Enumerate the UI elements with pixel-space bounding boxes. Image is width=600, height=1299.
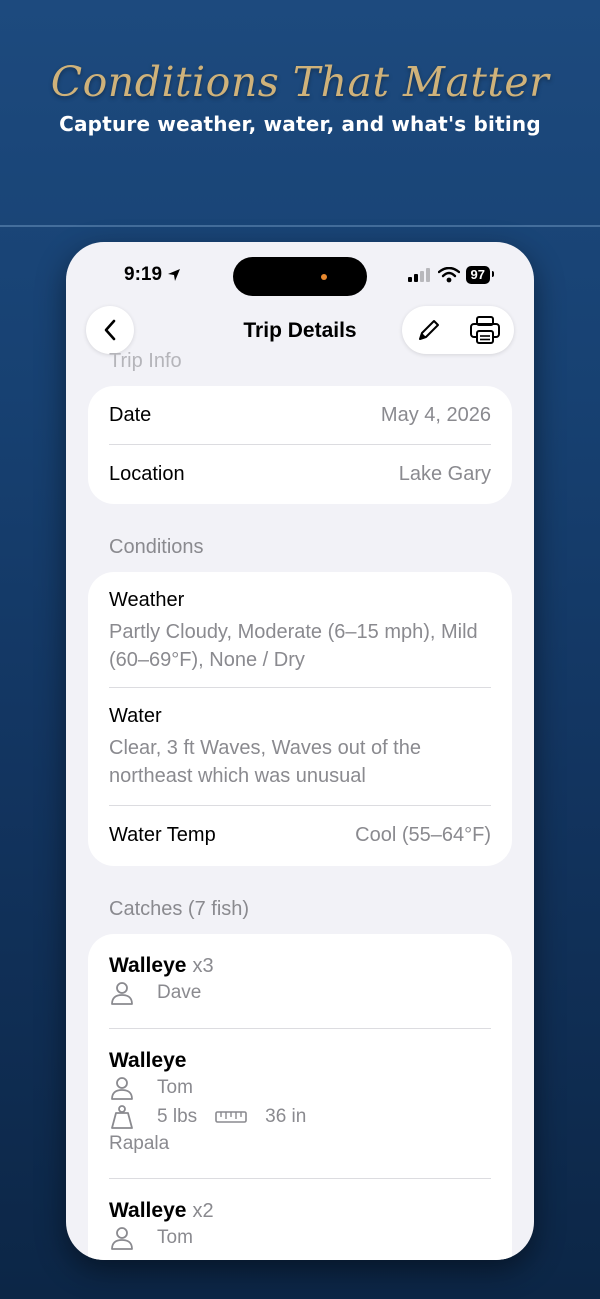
battery-indicator: 97 [465,266,495,284]
catch-species: Walleye [109,1049,187,1072]
date-value: May 4, 2026 [380,403,491,426]
catch-species: Walleye [109,1199,187,1222]
weather-row: Weather Partly Cloudy, Moderate (6–15 mp… [109,572,491,688]
catch-count: x3 [192,955,214,977]
section-header-trip-info: Trip Info [109,350,182,372]
catch-species: Walleye [109,954,187,977]
weight-icon [111,1104,133,1129]
catch-length: 36 in [265,1105,307,1127]
list-item[interactable]: Walleye x3 Dave [109,934,491,1029]
nav-actions [402,306,514,354]
phone-screen: 9:19 97 Trip Details Trip Info Date May … [66,242,534,1260]
conditions-card: Weather Partly Cloudy, Moderate (6–15 mp… [88,572,512,866]
ruler-icon [215,1110,247,1123]
section-header-conditions: Conditions [109,536,204,558]
wifi-icon [437,267,460,283]
list-item[interactable]: Walleye Tom 5 lbs 36 in Rapala [109,1029,491,1179]
water-row: Water Clear, 3 ft Waves, Waves out of th… [109,688,491,806]
dynamic-island [233,257,367,296]
printer-icon [469,316,500,344]
person-icon [111,981,133,1005]
status-time: 9:19 [124,264,182,286]
water-temp-label: Water Temp [109,824,216,846]
trip-info-card: Date May 4, 2026 Location Lake Gary [88,386,512,504]
person-icon [111,1076,133,1100]
edit-button[interactable] [416,317,442,343]
promo-headline: Conditions That Matter [50,58,550,106]
weather-value: Partly Cloudy, Moderate (6–15 mph), Mild… [109,621,478,671]
location-arrow-icon [168,269,181,281]
list-item[interactable]: Walleye x2 Tom [109,1179,491,1260]
catch-angler-name: Tom [157,1226,193,1248]
catch-angler: Dave [109,978,491,1007]
date-label: Date [109,403,152,426]
date-row: Date May 4, 2026 [109,386,491,445]
location-value: Lake Gary [398,463,491,485]
pencil-icon [418,320,439,340]
print-button[interactable] [469,315,501,345]
island-indicator [321,274,327,280]
section-header-catches: Catches (7 fish) [109,898,250,920]
water-label: Water [109,705,162,727]
catches-card: Walleye x3 Dave Walleye Tom 5 lbs 36 in … [88,934,512,1260]
promo-subhead: Capture weather, water, and what's bitin… [59,112,541,136]
catch-angler: Tom [109,1073,491,1102]
weather-label: Weather [109,589,185,611]
person-icon [111,1226,133,1250]
water-value: Clear, 3 ft Waves, Waves out of the nort… [109,737,421,787]
water-temp-value: Cool (55–64°F) [355,824,491,846]
location-row: Location Lake Gary [109,445,491,504]
catch-weight: 5 lbs [157,1105,198,1127]
catch-count: x2 [192,1200,214,1222]
catch-measurements: 5 lbs 36 in [109,1102,491,1131]
catch-angler-name: Dave [157,981,202,1003]
divider-line [0,225,600,227]
status-icons: 97 [407,266,495,284]
location-label: Location [109,463,185,485]
status-time-text: 9:19 [124,264,163,285]
catch-angler: Tom [109,1223,491,1252]
catch-angler-name: Tom [157,1076,193,1098]
cellular-signal-icon [407,268,430,282]
catch-lure: Rapala [109,1133,170,1154]
water-temp-row: Water Temp Cool (55–64°F) [109,806,491,865]
